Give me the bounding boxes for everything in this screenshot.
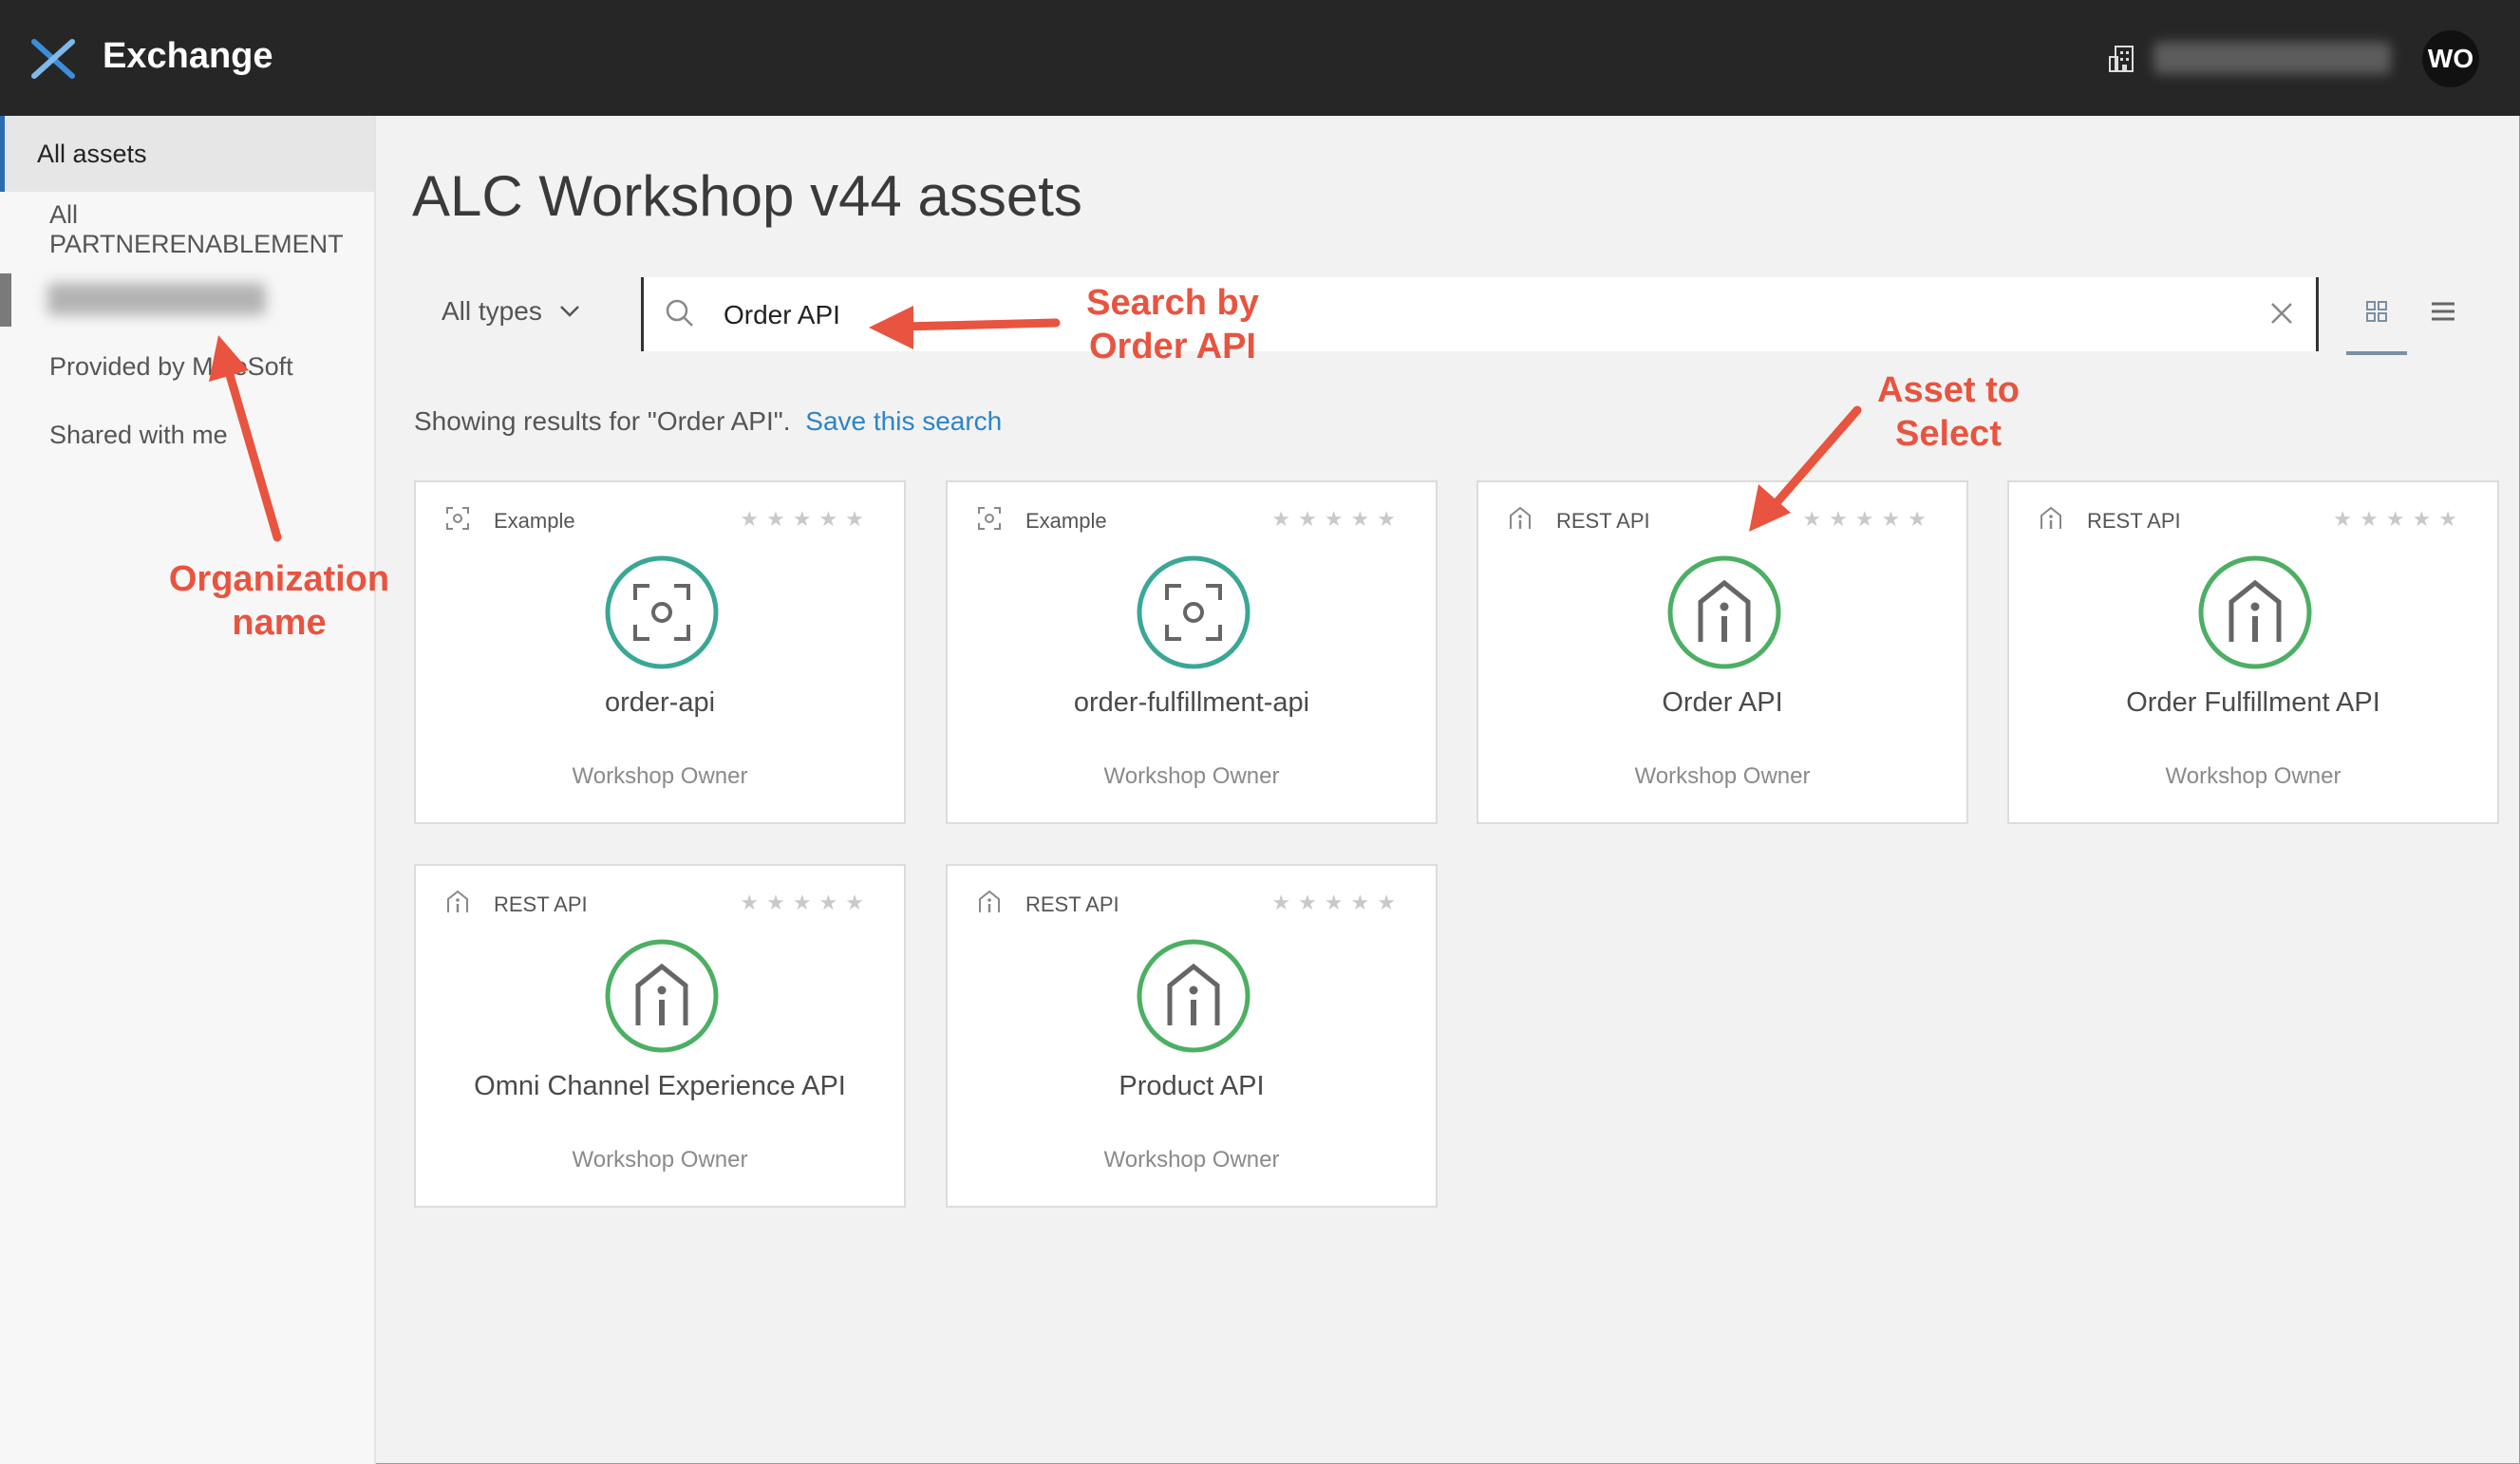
- sidebar-active-indicator: [0, 273, 11, 327]
- sidebar-item-all-assets[interactable]: All assets: [0, 116, 374, 192]
- type-filter-dropdown[interactable]: All types: [442, 296, 580, 327]
- annotation-search-line1: Search by: [1086, 283, 1259, 323]
- exchange-logo-icon[interactable]: [28, 38, 78, 80]
- asset-name: Product API: [1119, 1071, 1265, 1101]
- asset-card[interactable]: REST API ★★★★★ Product API Workshop Owne…: [946, 864, 1438, 1208]
- annotation-asset-line2: Select: [1895, 414, 2002, 454]
- avatar[interactable]: WO: [2422, 30, 2479, 87]
- asset-type-label: REST API: [1556, 509, 1650, 533]
- grid-view-button[interactable]: [2346, 296, 2407, 355]
- asset-name: Omni Channel Experience API: [474, 1071, 846, 1101]
- rest-api-icon: [1667, 555, 1781, 669]
- search-icon: [666, 299, 693, 327]
- rest-api-icon: [1510, 506, 1531, 529]
- asset-card[interactable]: REST API ★★★★★ Order Fulfillment API Wor…: [2007, 480, 2499, 824]
- asset-card-order-api[interactable]: REST API ★★★★★ Order API Workshop Owner: [1476, 480, 1968, 824]
- sidebar-item-provided-by-mulesoft[interactable]: Provided by MuleSoft: [0, 332, 374, 401]
- organization-selector[interactable]: [2153, 42, 2391, 74]
- annotation-search: Search by Order API: [1054, 281, 1291, 368]
- annotation-organization: Organization name: [152, 557, 406, 645]
- example-icon: [978, 507, 1001, 530]
- asset-card[interactable]: REST API ★★★★★ Omni Channel Experience A…: [414, 864, 906, 1208]
- example-icon: [446, 507, 469, 530]
- asset-name: Order API: [1662, 687, 1783, 718]
- asset-type-label: REST API: [1025, 892, 1119, 916]
- save-search-link[interactable]: Save this search: [805, 406, 1002, 436]
- asset-owner: Workshop Owner: [572, 763, 748, 789]
- close-icon[interactable]: [2268, 300, 2295, 327]
- annotation-org-line1: Organization: [168, 559, 390, 599]
- results-summary: Showing results for "Order API". Save th…: [414, 406, 1002, 437]
- sidebar: All assets All PARTNERENABLEMENT Provide…: [0, 116, 376, 1464]
- rating-stars[interactable]: ★★★★★: [2333, 507, 2465, 532]
- sidebar-item-all-partnerenablement[interactable]: All PARTNERENABLEMENT: [0, 196, 374, 264]
- rating-stars[interactable]: ★★★★★: [1271, 891, 1403, 915]
- rest-api-icon: [2198, 555, 2312, 669]
- example-icon: [605, 555, 719, 669]
- asset-type-label: REST API: [2087, 509, 2181, 533]
- asset-name: order-api: [604, 687, 716, 718]
- asset-owner: Workshop Owner: [1103, 763, 1280, 789]
- asset-card[interactable]: Example ★★★★★ order-api Workshop Owner: [414, 480, 906, 824]
- asset-owner: Workshop Owner: [1103, 1147, 1280, 1173]
- page-title: ALC Workshop v44 assets: [412, 164, 1082, 228]
- rating-stars[interactable]: ★★★★★: [1802, 507, 1934, 532]
- rest-api-icon: [605, 939, 719, 1053]
- asset-type-label: REST API: [494, 892, 588, 916]
- asset-owner: Workshop Owner: [572, 1147, 748, 1173]
- app-title[interactable]: Exchange: [103, 36, 273, 77]
- rating-stars[interactable]: ★★★★★: [740, 891, 872, 915]
- annotation-org-line2: name: [232, 603, 327, 643]
- rating-stars[interactable]: ★★★★★: [740, 507, 872, 532]
- top-bar: Exchange WO: [0, 0, 2520, 116]
- list-view-icon[interactable]: [2424, 296, 2462, 334]
- building-icon[interactable]: [2108, 44, 2136, 74]
- rest-api-icon: [2040, 506, 2061, 529]
- rest-api-icon: [447, 890, 468, 912]
- annotation-asset: Asset to Select: [1833, 368, 2064, 456]
- results-text: Showing results for "Order API".: [414, 406, 791, 436]
- asset-type-label: Example: [494, 509, 575, 533]
- rest-api-icon: [1137, 939, 1251, 1053]
- sidebar-item-organization[interactable]: [47, 283, 266, 315]
- rest-api-icon: [979, 890, 1000, 912]
- example-icon: [1137, 555, 1251, 669]
- asset-owner: Workshop Owner: [2165, 763, 2341, 789]
- annotation-asset-line1: Asset to: [1877, 370, 2020, 410]
- asset-name: order-fulfillment-api: [1073, 687, 1310, 718]
- asset-type-label: Example: [1025, 509, 1107, 533]
- rating-stars[interactable]: ★★★★★: [1271, 507, 1403, 532]
- annotation-search-line2: Order API: [1089, 327, 1256, 366]
- search-box: [641, 277, 2319, 351]
- grid-view-icon: [2366, 301, 2387, 322]
- asset-name: Order Fulfillment API: [2126, 687, 2380, 718]
- sidebar-item-shared-with-me[interactable]: Shared with me: [0, 401, 374, 469]
- chevron-down-icon: [559, 306, 579, 317]
- asset-owner: Workshop Owner: [1634, 763, 1811, 789]
- search-input[interactable]: [722, 291, 2150, 340]
- asset-card[interactable]: Example ★★★★★ order-fulfillment-api Work…: [946, 480, 1438, 824]
- type-filter-label: All types: [442, 296, 542, 326]
